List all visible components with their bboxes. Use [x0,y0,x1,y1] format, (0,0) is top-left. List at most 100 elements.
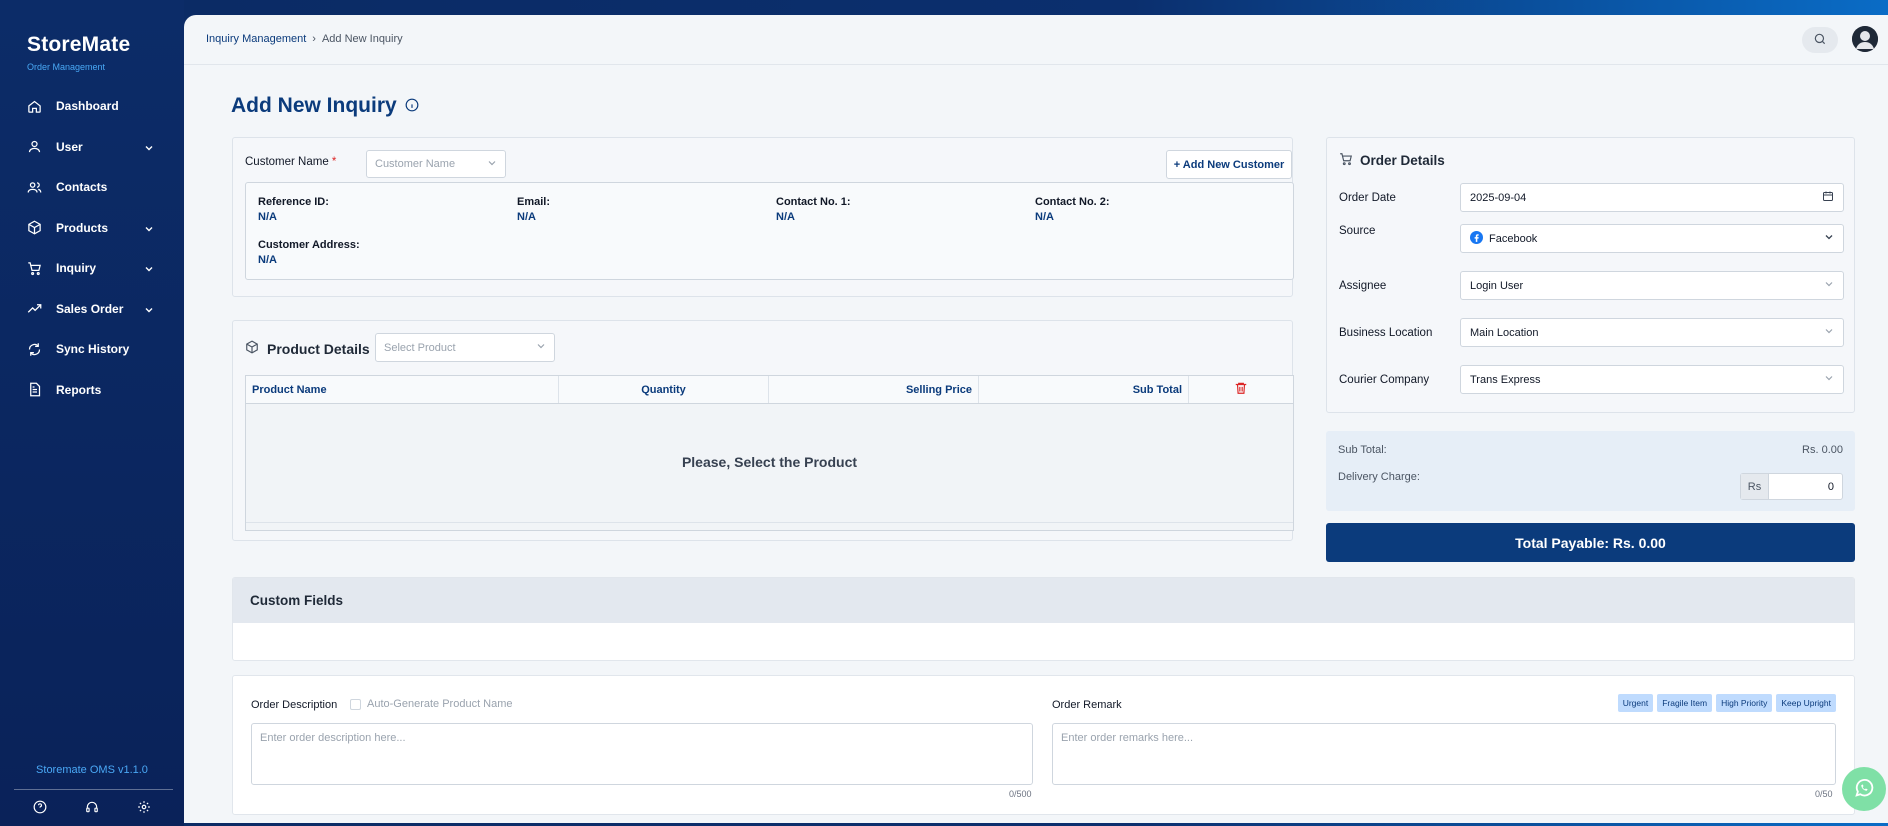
column-product-name[interactable]: Product Name [246,376,559,403]
order-details-title: Order Details [1339,152,1445,169]
headset-icon[interactable] [83,798,101,816]
help-icon[interactable] [31,798,49,816]
facebook-icon [1470,230,1483,247]
tag-urgent[interactable]: Urgent [1617,694,1654,712]
breadcrumb: Inquiry Management › Add New Inquiry [206,33,403,45]
order-details-card: Order Details Order Date 2025-09-04 Sour… [1326,137,1855,413]
source-select[interactable]: Facebook [1460,224,1844,253]
business-location-select[interactable]: Main Location [1460,318,1844,347]
business-location-row: Business Location Main Location [1339,318,1844,347]
courier-select[interactable]: Trans Express [1460,365,1844,394]
required-mark: * [331,156,337,168]
source-label: Source [1339,225,1376,237]
delivery-charge-value: 0 [1827,480,1834,493]
product-details-title-text: Product Details [267,340,370,357]
delivery-charge-label: Delivery Charge: [1338,471,1420,483]
tag-keep-upright[interactable]: Keep Upright [1776,694,1836,712]
total-payable: Total Payable: Rs. 0.00 [1326,523,1855,562]
checkbox[interactable] [350,698,361,710]
sidebar-item-label: Reports [56,382,102,397]
home-icon [27,99,42,114]
product-table: Product Name Quantity Selling Price Sub … [245,375,1294,531]
customer-name-placeholder: Customer Name [375,158,456,170]
remark-tags: Urgent Fragile Item High Priority Keep U… [1617,694,1836,712]
empty-table-message: Please, Select the Product [681,454,858,470]
chevron-down-icon [1824,373,1834,386]
whatsapp-chat-button[interactable] [1842,767,1886,811]
sidebar-item-contacts[interactable]: Contacts [0,167,184,208]
reference-id-field: Reference ID: N/A [258,196,329,223]
order-description-textarea[interactable]: Enter order description here... [251,723,1033,785]
sidebar-item-label: Sales Order [56,301,124,316]
order-description-label: Order Description [251,699,338,711]
product-details-title: Product Details [245,340,370,357]
sidebar-item-user[interactable]: User [0,127,184,168]
table-header: Product Name Quantity Selling Price Sub … [246,376,1293,404]
sidebar-item-products[interactable]: Products [0,208,184,249]
order-remark-textarea[interactable]: Enter order remarks here... [1052,723,1836,785]
sidebar-item-sync-history[interactable]: Sync History [0,329,184,370]
brand-logo[interactable]: StoreMate [27,33,130,57]
source-row: Source Facebook [1339,224,1844,253]
column-quantity[interactable]: Quantity [559,376,769,403]
delivery-charge-input[interactable]: Rs 0 [1740,473,1843,500]
assignee-row: Assignee Login User [1339,271,1844,300]
box-icon [245,340,259,357]
auto-generate-label: Auto-Generate Product Name [367,698,513,710]
topbar: Inquiry Management › Add New Inquiry [184,15,1888,65]
auto-generate-checkbox[interactable]: Auto-Generate Product Name [350,698,513,710]
sidebar-item-reports[interactable]: Reports [0,370,184,411]
custom-fields-title[interactable]: Custom Fields [233,578,1854,623]
chevron-down-icon [487,158,497,171]
chevron-down-icon [144,223,154,233]
address-value: N/A [258,254,277,266]
subtotal-value: Rs. 0.00 [1802,444,1843,456]
select-product-placeholder: Select Product [384,341,456,354]
sidebar-item-label: User [56,139,83,154]
info-icon[interactable] [405,94,419,118]
box-icon [27,220,42,235]
contact2-label: Contact No. 2: [1035,196,1110,208]
column-sub-total[interactable]: Sub Total [979,376,1189,403]
sidebar-item-dashboard[interactable]: Dashboard [0,86,184,127]
currency-prefix: Rs [1741,474,1769,499]
breadcrumb-link[interactable]: Inquiry Management [206,33,306,45]
column-selling-price[interactable]: Selling Price [769,376,979,403]
divider [246,522,1293,523]
user-icon [27,139,42,154]
assignee-label: Assignee [1339,279,1387,292]
chevron-down-icon [144,142,154,152]
cart-icon [27,261,42,276]
select-product-dropdown[interactable]: Select Product [375,333,555,362]
report-icon [27,382,42,397]
reference-id-value: N/A [258,211,277,223]
customer-info-box: Reference ID: N/A Email: N/A Contact No.… [245,182,1294,280]
add-customer-button[interactable]: + Add New Customer [1166,150,1292,179]
order-date-value: 2025-09-04 [1470,191,1527,204]
sidebar-item-sales-order[interactable]: Sales Order [0,289,184,330]
search-button[interactable] [1802,27,1838,53]
delete-all-button[interactable] [1189,376,1293,403]
remark-counter: 0/50 [1815,789,1833,799]
contact1-field: Contact No. 1: N/A [776,196,851,223]
contact2-field: Contact No. 2: N/A [1035,196,1110,223]
tag-fragile-item[interactable]: Fragile Item [1657,694,1713,712]
chevron-down-icon [144,304,154,314]
whatsapp-icon [1853,777,1875,802]
product-card: Product Details Select Product Product N… [232,320,1294,541]
order-remark-label: Order Remark [1052,699,1122,711]
customer-name-select[interactable]: Customer Name [366,150,506,178]
assignee-select[interactable]: Login User [1460,271,1844,300]
order-date-input[interactable]: 2025-09-04 [1460,183,1844,212]
sync-icon [27,342,42,357]
avatar[interactable] [1852,26,1878,52]
courier-label: Courier Company [1339,373,1430,386]
cart-icon [1339,152,1353,169]
contact2-value: N/A [1035,211,1054,223]
courier-row: Courier Company Trans Express [1339,365,1844,394]
calendar-icon[interactable] [1822,190,1834,205]
tag-high-priority[interactable]: High Priority [1716,694,1773,712]
settings-icon[interactable] [135,798,153,816]
sidebar-item-inquiry[interactable]: Inquiry [0,248,184,289]
custom-fields-section: Custom Fields [232,577,1855,661]
